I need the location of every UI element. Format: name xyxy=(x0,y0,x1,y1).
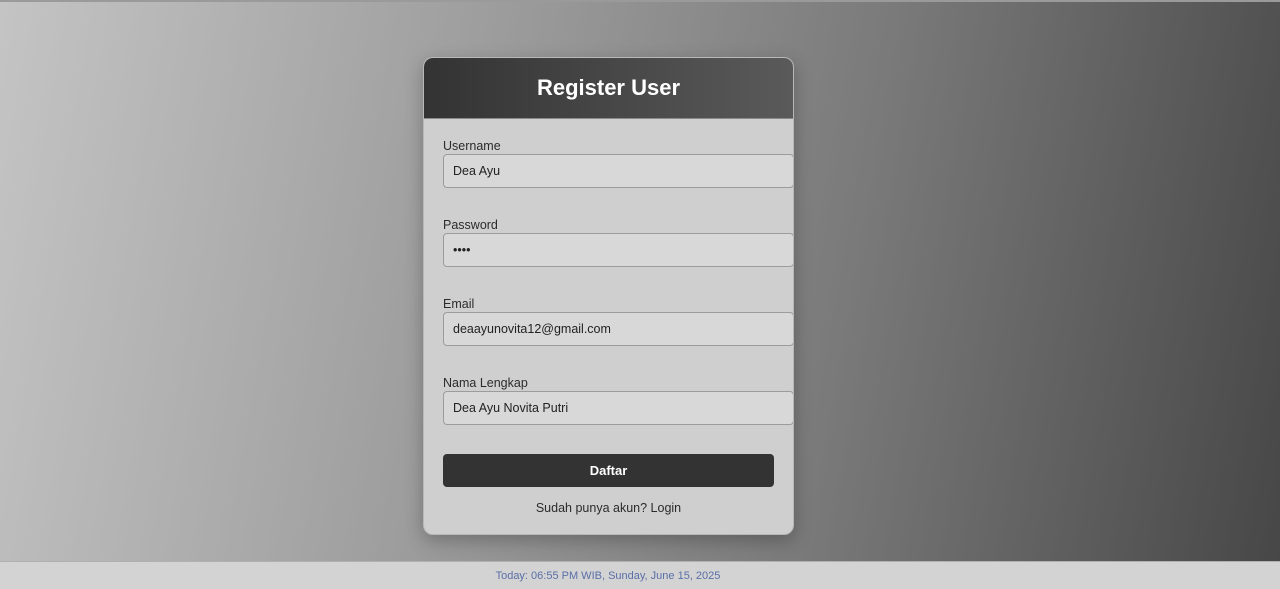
password-label: Password xyxy=(443,218,498,232)
login-link[interactable]: Login xyxy=(651,501,682,515)
password-input[interactable] xyxy=(443,233,793,267)
page-background: Register User Username Password Email Na… xyxy=(0,2,1280,561)
footer-datetime: Today: 06:55 PM WIB, Sunday, June 15, 20… xyxy=(495,570,721,582)
password-field-group: Password xyxy=(443,217,793,267)
login-prompt-row: Sudah punya akun? Login xyxy=(424,501,793,515)
register-card: Register User Username Password Email Na… xyxy=(423,57,794,535)
fullname-field-group: Nama Lengkap xyxy=(443,375,793,425)
page-title: Register User xyxy=(536,75,681,100)
email-input[interactable] xyxy=(443,312,793,346)
fullname-label: Nama Lengkap xyxy=(443,376,528,390)
card-header: Register User xyxy=(424,58,793,119)
footer-bar: Today: 06:55 PM WIB, Sunday, June 15, 20… xyxy=(0,561,1280,589)
fullname-input[interactable] xyxy=(443,391,793,425)
username-input[interactable] xyxy=(443,154,793,188)
email-label: Email xyxy=(443,297,475,311)
username-field-group: Username xyxy=(443,138,793,188)
login-prompt-text: Sudah punya akun? xyxy=(535,501,648,515)
email-field-group: Email xyxy=(443,296,793,346)
register-button[interactable]: Daftar xyxy=(443,454,774,487)
username-label: Username xyxy=(443,139,501,153)
